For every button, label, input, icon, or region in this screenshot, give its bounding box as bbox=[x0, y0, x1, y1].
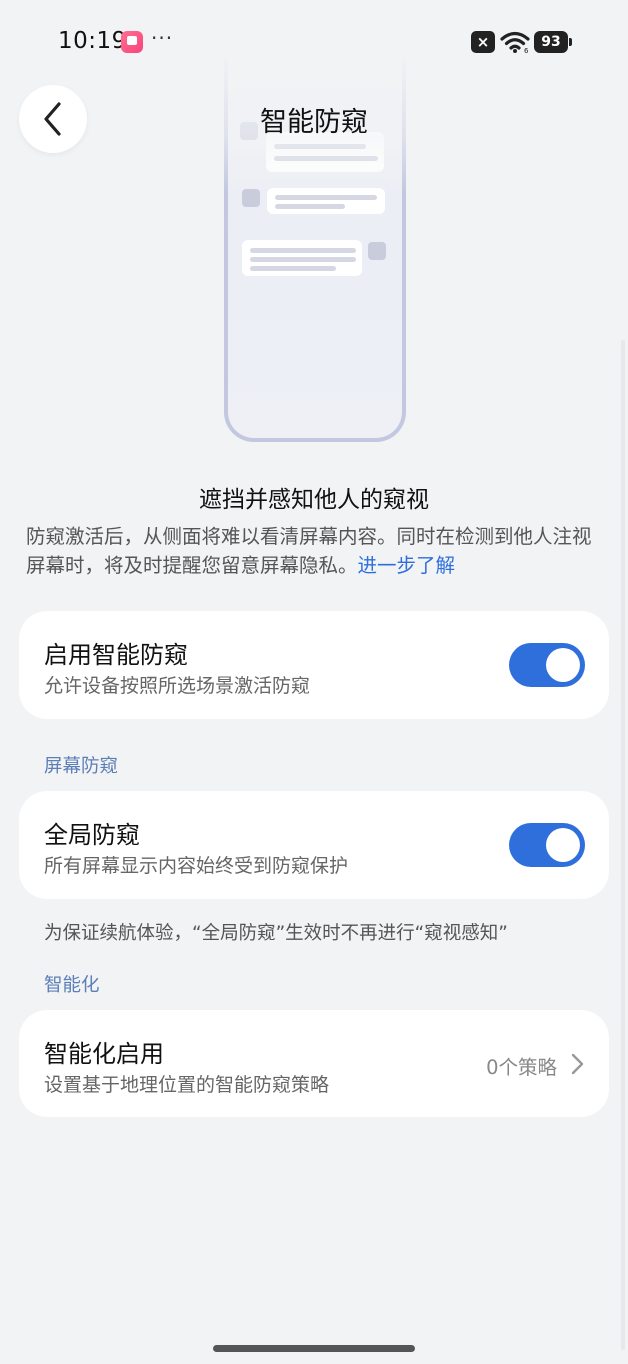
more-notifications-icon: ··· bbox=[151, 26, 174, 50]
global-privacy-card[interactable]: 全局防窥 所有屏幕显示内容始终受到防窥保护 bbox=[19, 791, 609, 899]
battery-icon: 93 bbox=[534, 31, 572, 53]
global-privacy-title: 全局防窥 bbox=[44, 821, 140, 849]
toggle-knob bbox=[546, 828, 580, 862]
section-label-smart: 智能化 bbox=[44, 975, 100, 996]
chevron-right-icon bbox=[571, 1053, 584, 1075]
smart-enable-title: 智能化启用 bbox=[44, 1040, 164, 1068]
intro-heading: 遮挡并感知他人的窥视 bbox=[199, 487, 429, 513]
enable-title: 启用智能防窥 bbox=[44, 641, 188, 669]
home-indicator[interactable] bbox=[213, 1345, 415, 1352]
global-privacy-subtitle: 所有屏幕显示内容始终受到防窥保护 bbox=[44, 855, 349, 877]
learn-more-link[interactable]: 进一步了解 bbox=[358, 554, 456, 577]
global-privacy-toggle[interactable] bbox=[509, 823, 585, 867]
intro-description-text: 防窥激活后，从侧面将难以看清屏幕内容。同时在检测到他人注视屏幕时，将及时提醒您留… bbox=[26, 525, 592, 577]
enable-subtitle: 允许设备按照所选场景激活防窥 bbox=[44, 675, 311, 697]
status-time: 10:19 bbox=[58, 28, 127, 54]
chat-bubble bbox=[242, 240, 362, 276]
strategy-count: 0个策略 bbox=[486, 1056, 557, 1079]
enable-smart-privacy-toggle[interactable] bbox=[509, 643, 585, 687]
smart-enable-subtitle: 设置基于地理位置的智能防窥策略 bbox=[44, 1074, 330, 1096]
enable-smart-privacy-card[interactable]: 启用智能防窥 允许设备按照所选场景激活防窥 bbox=[19, 611, 609, 719]
battery-note: 为保证续航体验，“全局防窥”生效时不再进行“窥视感知” bbox=[44, 923, 508, 944]
scrollbar[interactable] bbox=[621, 340, 625, 1350]
chat-avatar bbox=[368, 242, 386, 260]
section-label-screen: 屏幕防窥 bbox=[44, 756, 119, 777]
intro-description: 防窥激活后，从侧面将难以看清屏幕内容。同时在检测到他人注视屏幕时，将及时提醒您留… bbox=[26, 522, 606, 580]
smart-enable-card[interactable]: 智能化启用 设置基于地理位置的智能防窥策略 0个策略 bbox=[19, 1010, 609, 1117]
app-notification-icon bbox=[121, 31, 143, 53]
svg-text:6: 6 bbox=[524, 47, 529, 54]
toggle-knob bbox=[546, 648, 580, 682]
no-sim-icon: × bbox=[471, 31, 495, 53]
page-title: 智能防窥 bbox=[260, 107, 368, 138]
wifi-icon: 6 bbox=[500, 31, 530, 54]
